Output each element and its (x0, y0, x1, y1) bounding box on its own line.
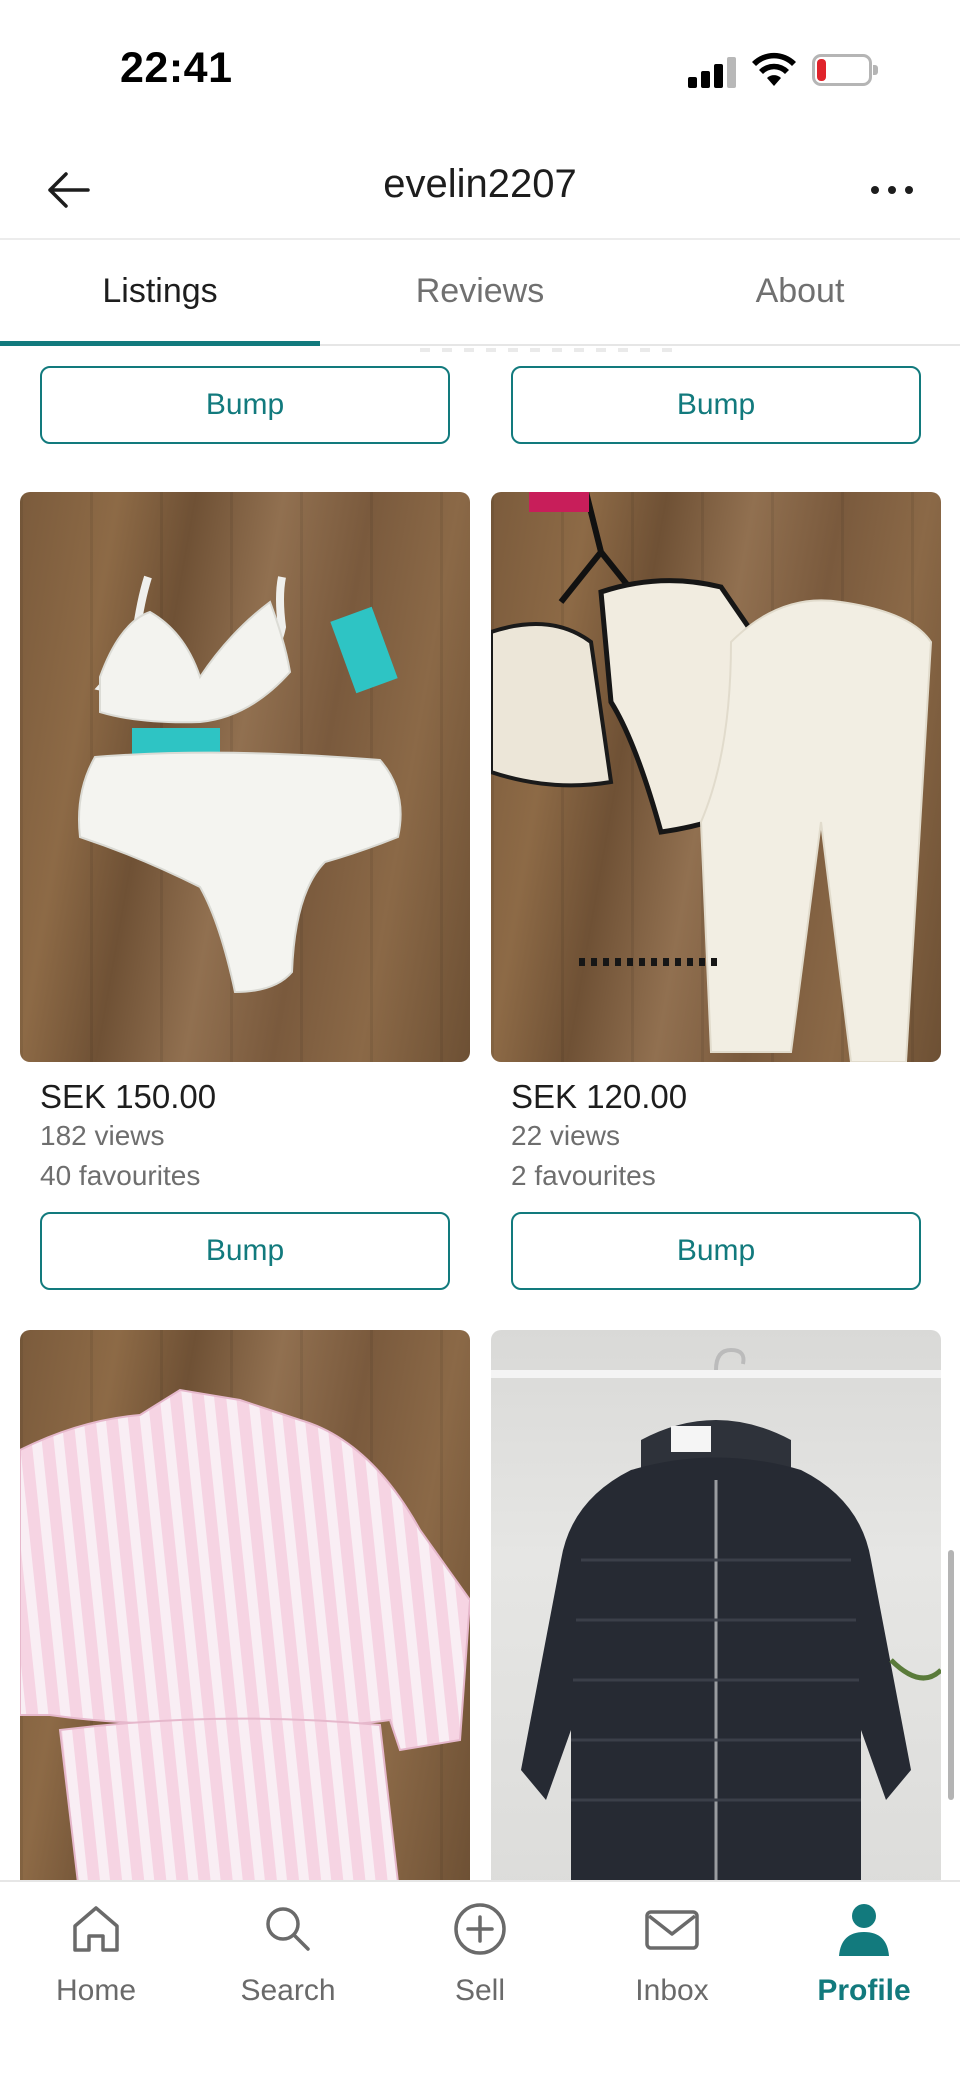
listing-card[interactable] (491, 1330, 941, 1880)
home-icon (73, 1906, 119, 1952)
profile-icon (839, 1904, 889, 1956)
bump-button[interactable]: Bump (40, 1212, 450, 1290)
nav-profile[interactable]: Profile (768, 1882, 960, 2081)
profile-header: evelin2207 (0, 140, 960, 240)
profile-tabs: Listings Reviews About (0, 242, 960, 346)
cellular-signal-icon (688, 56, 740, 88)
listings-grid: Bump Bump SEK 150.00 182 views 40 favour… (0, 346, 960, 1880)
listing-price: SEK 120.00 (511, 1078, 688, 1115)
listing-card[interactable]: SEK 120.00 22 views 2 favourites Bump (491, 492, 941, 1290)
tab-reviews[interactable]: Reviews (320, 242, 640, 344)
status-time: 22:41 (120, 44, 233, 92)
username-title: evelin2207 (383, 162, 577, 206)
listing-card[interactable]: SEK 150.00 182 views 40 favourites Bump (20, 492, 470, 1290)
wifi-icon (752, 52, 796, 86)
scrollbar[interactable] (948, 1550, 954, 1800)
nav-home[interactable]: Home (0, 1882, 192, 2081)
bump-button[interactable]: Bump (40, 366, 450, 444)
listing-card[interactable] (20, 1330, 470, 1880)
listing-favourites: 2 favourites (511, 1160, 656, 1191)
cut-off-text (420, 348, 680, 352)
nav-profile-label: Profile (817, 1974, 911, 2007)
bump-wrap-prev-left: Bump (40, 366, 450, 444)
listing-favourites: 40 favourites (40, 1160, 201, 1191)
bump-wrap-prev-right: Bump (511, 366, 921, 444)
bump-button[interactable]: Bump (511, 366, 921, 444)
nav-inbox[interactable]: Inbox (576, 1882, 768, 2081)
listing-photo-black-puffer-jacket[interactable] (491, 1330, 941, 1880)
bikini-illustration (78, 575, 402, 994)
tab-about[interactable]: About (640, 242, 960, 344)
battery-icon (812, 54, 878, 86)
listing-views: 22 views (511, 1120, 620, 1151)
nav-inbox-label: Inbox (635, 1974, 709, 2007)
tab-listings[interactable]: Listings (0, 242, 320, 346)
mail-icon (645, 1910, 699, 1950)
nav-home-label: Home (55, 1974, 137, 2007)
striped-pajama-illustration (20, 1388, 470, 1880)
listing-photo-white-bikini[interactable] (20, 492, 470, 1062)
more-dots-icon (871, 186, 879, 194)
listing-price: SEK 150.00 (40, 1078, 217, 1115)
bump-button[interactable]: Bump (511, 1212, 921, 1290)
pajama-illustration (491, 492, 933, 1062)
listing-photo-pink-striped-pajamas[interactable] (20, 1330, 470, 1880)
puffer-jacket-illustration (491, 1347, 941, 1880)
nav-search[interactable]: Search (192, 1882, 384, 2081)
plus-circle-icon (454, 1903, 506, 1955)
search-icon (266, 1907, 310, 1951)
listing-photo-cream-pajamas[interactable] (491, 492, 941, 1062)
nav-sell-label: Sell (454, 1974, 506, 2007)
listing-views: 182 views (40, 1120, 165, 1151)
more-options-button[interactable] (860, 162, 924, 218)
bottom-navigation: Home Search Sell Inbox Profile (0, 1880, 960, 2081)
nav-sell[interactable]: Sell (384, 1882, 576, 2081)
status-bar: 22:41 (0, 0, 960, 140)
nav-search-label: Search (240, 1974, 336, 2007)
